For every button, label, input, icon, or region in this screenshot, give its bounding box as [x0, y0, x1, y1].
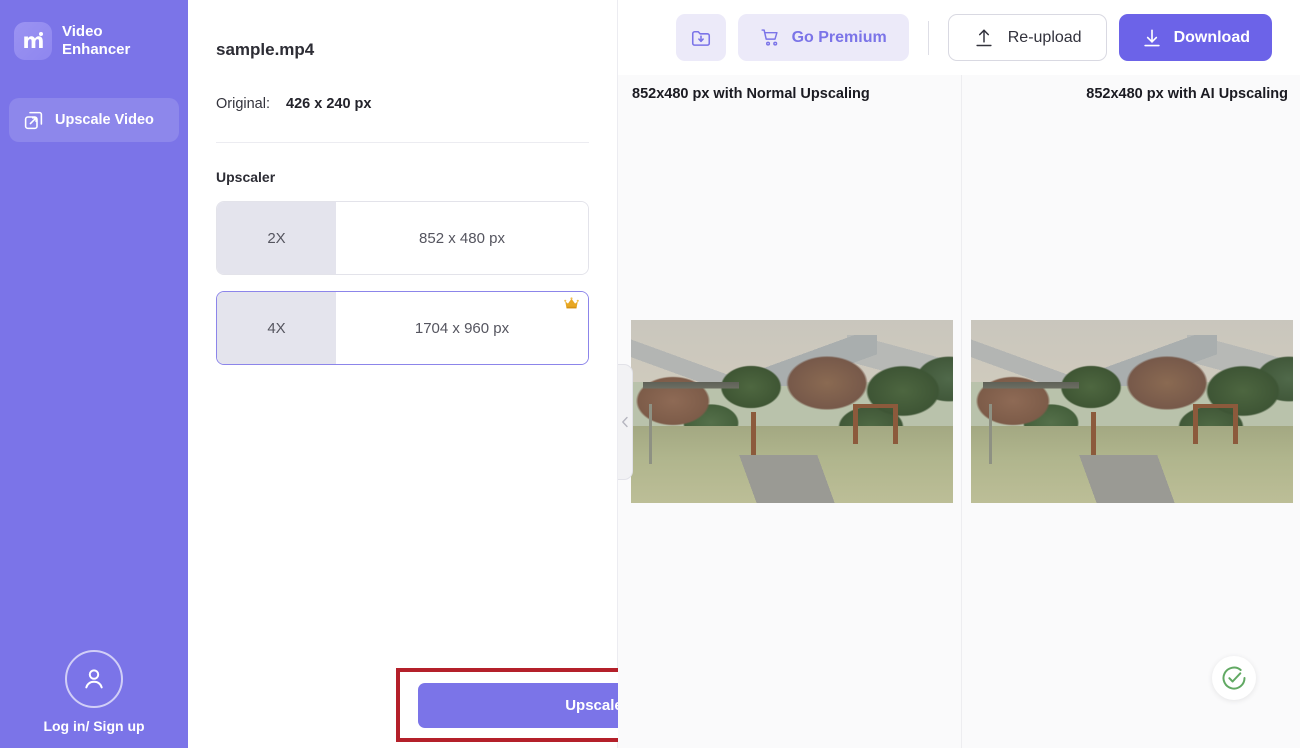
original-label: Original:	[216, 96, 270, 112]
brand-logo[interactable]: m Video Enhancer	[0, 0, 188, 60]
main-area: Go Premium Re-upload Download	[618, 0, 1300, 748]
go-premium-label: Go Premium	[792, 29, 887, 47]
download-label: Download	[1174, 29, 1250, 47]
preview-title-normal: 852x480 px with Normal Upscaling	[632, 86, 870, 102]
folder-download-icon	[690, 27, 712, 49]
check-circle-icon	[1220, 664, 1248, 692]
sidebar-item-upscale-video[interactable]: Upscale Video	[9, 98, 179, 142]
brand-line-1: Video	[62, 23, 130, 41]
processing-status-badge[interactable]	[1212, 656, 1256, 700]
preview-image-ai[interactable]	[971, 320, 1293, 503]
comparison-area: 852x480 px with Normal Upscaling 852x480…	[618, 75, 1300, 748]
upscale-option-2x[interactable]: 2X 852 x 480 px	[216, 201, 589, 275]
preview-image-normal[interactable]	[631, 320, 953, 503]
option-2x-key: 2X	[217, 202, 336, 274]
login-signup[interactable]: Log in/ Sign up	[0, 650, 188, 734]
login-signup-label: Log in/ Sign up	[43, 718, 144, 734]
sidebar-item-label: Upscale Video	[55, 112, 154, 128]
download-button[interactable]: Download	[1119, 14, 1272, 61]
go-premium-button[interactable]: Go Premium	[738, 14, 909, 61]
upload-arrow-icon	[973, 27, 995, 49]
download-arrow-icon	[1141, 27, 1163, 49]
chevron-left-icon	[621, 416, 629, 428]
sidebar: m Video Enhancer Upscale Video	[0, 0, 188, 748]
original-resolution-row: Original: 426 x 240 px	[216, 96, 589, 112]
panel-divider	[216, 142, 589, 143]
toolbar: Go Premium Re-upload Download	[618, 0, 1300, 75]
reupload-button[interactable]: Re-upload	[948, 14, 1107, 61]
user-avatar-icon	[65, 650, 123, 708]
preview-pane-ai: 852x480 px with AI Upscaling	[961, 75, 1300, 748]
brand-name: Video Enhancer	[62, 23, 130, 60]
preview-title-ai: 852x480 px with AI Upscaling	[1086, 86, 1288, 102]
preview-pane-normal: 852x480 px with Normal Upscaling	[618, 75, 961, 748]
crown-icon	[564, 297, 579, 312]
panel-collapse-handle[interactable]	[618, 364, 633, 480]
option-2x-value: 852 x 480 px	[336, 202, 588, 274]
settings-panel: sample.mp4 Original: 426 x 240 px Upscal…	[188, 0, 618, 748]
m-logo-icon: m	[14, 22, 52, 60]
downloads-folder-button[interactable]	[676, 14, 726, 61]
original-value: 426 x 240 px	[286, 96, 371, 112]
option-4x-key: 4X	[217, 292, 336, 364]
toolbar-separator	[928, 21, 929, 55]
upscale-option-4x[interactable]: 4X 1704 x 960 px	[216, 291, 589, 365]
option-4x-value: 1704 x 960 px	[336, 292, 588, 364]
brand-line-2: Enhancer	[62, 41, 130, 59]
app-root: m Video Enhancer Upscale Video	[0, 0, 1300, 748]
file-name: sample.mp4	[216, 40, 589, 60]
shopping-cart-icon	[760, 27, 781, 48]
reupload-label: Re-upload	[1008, 29, 1082, 47]
upscaler-section-title: Upscaler	[216, 169, 589, 185]
upscale-video-icon	[23, 110, 44, 131]
